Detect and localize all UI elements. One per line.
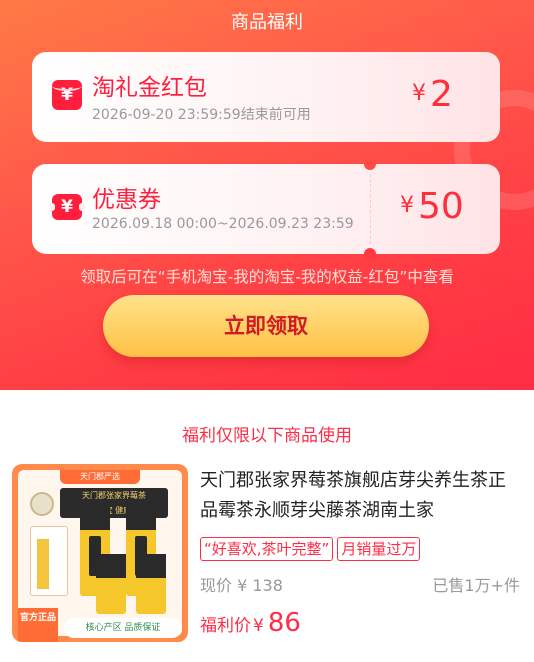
coupon-notch-top — [364, 158, 376, 170]
currency-symbol: ¥ — [412, 81, 426, 106]
product-tags: “好喜欢,茶叶完整” 月销量过万 — [200, 537, 424, 561]
image-official-badge: 官方正品 — [18, 608, 58, 642]
coupon-notch-bottom — [364, 248, 376, 260]
red-packet-expiry: 2026-09-20 23:59:59结束前可用 — [92, 107, 311, 123]
coupon-validity: 2026.09.18 00:00~2026.09.23 23:59 — [92, 216, 354, 232]
coupon-card: ¥ 优惠券 2026.09.18 00:00~2026.09.23 23:59 … — [32, 158, 500, 260]
benefits-banner: 商品福利 ¥ 淘礼金红包 2026-09-20 23:59:59结束前可用 ¥2… — [0, 0, 534, 390]
coupon-ticket-icon: ¥ — [49, 194, 85, 220]
product-image[interactable]: 天门郡严选 天门郡张家界莓茶 民族瑰宝 健康好茶 官方正品 核心产区 品质保证 — [12, 464, 188, 642]
tea-can-icon — [136, 554, 166, 614]
sales-tag: 月销量过万 — [337, 537, 421, 561]
section-title: 福利仅限以下商品使用 — [182, 426, 352, 446]
brand-seal-icon — [30, 492, 54, 516]
red-packet-title: 淘礼金红包 — [92, 75, 207, 101]
claim-tip: 领取后可在“手机淘宝-我的淘宝-我的权益-红包”中查看 — [80, 268, 454, 286]
image-quality-badge: 核心产区 品质保证 — [64, 618, 182, 638]
product-title[interactable]: 天门郡张家界莓茶旗舰店芽尖养生茶正品霉茶永顺芽尖藤茶湖南土家 — [200, 466, 522, 526]
benefit-price-label: 福利价 — [200, 616, 251, 636]
coupon-divider — [370, 174, 371, 244]
claim-now-button[interactable]: 立即领取 — [103, 295, 429, 357]
product-image-inner: 天门郡严选 天门郡张家界莓茶 民族瑰宝 健康好茶 官方正品 核心产区 品质保证 — [18, 470, 182, 642]
red-packet-amount: ¥2 — [412, 74, 453, 115]
sold-count: 已售1万+件 — [432, 576, 520, 595]
coupon-title: 优惠券 — [92, 187, 161, 213]
red-envelope-icon: ¥ — [52, 80, 82, 110]
coupon-amount: ¥50 — [400, 186, 464, 227]
amount-value: 2 — [430, 74, 453, 115]
benefit-price-value: 86 — [267, 608, 301, 638]
image-tea-card — [30, 526, 68, 596]
red-packet-card: ¥ 淘礼金红包 2026-09-20 23:59:59结束前可用 ¥2 — [32, 52, 500, 142]
image-headline-line-1: 天门郡张家界莓茶 — [82, 491, 146, 500]
currency-symbol: ¥ — [400, 193, 414, 218]
current-price: 现价 ¥ 138 — [200, 576, 283, 595]
tea-can-icon — [96, 554, 126, 614]
review-tag: “好喜欢,茶叶完整” — [200, 537, 334, 561]
image-top-tag: 天门郡严选 — [60, 470, 140, 484]
page-title: 商品福利 — [231, 12, 303, 33]
currency-symbol: ¥ — [253, 616, 264, 636]
amount-value: 50 — [418, 186, 464, 227]
benefit-price: 福利价 ¥86 — [200, 608, 301, 638]
